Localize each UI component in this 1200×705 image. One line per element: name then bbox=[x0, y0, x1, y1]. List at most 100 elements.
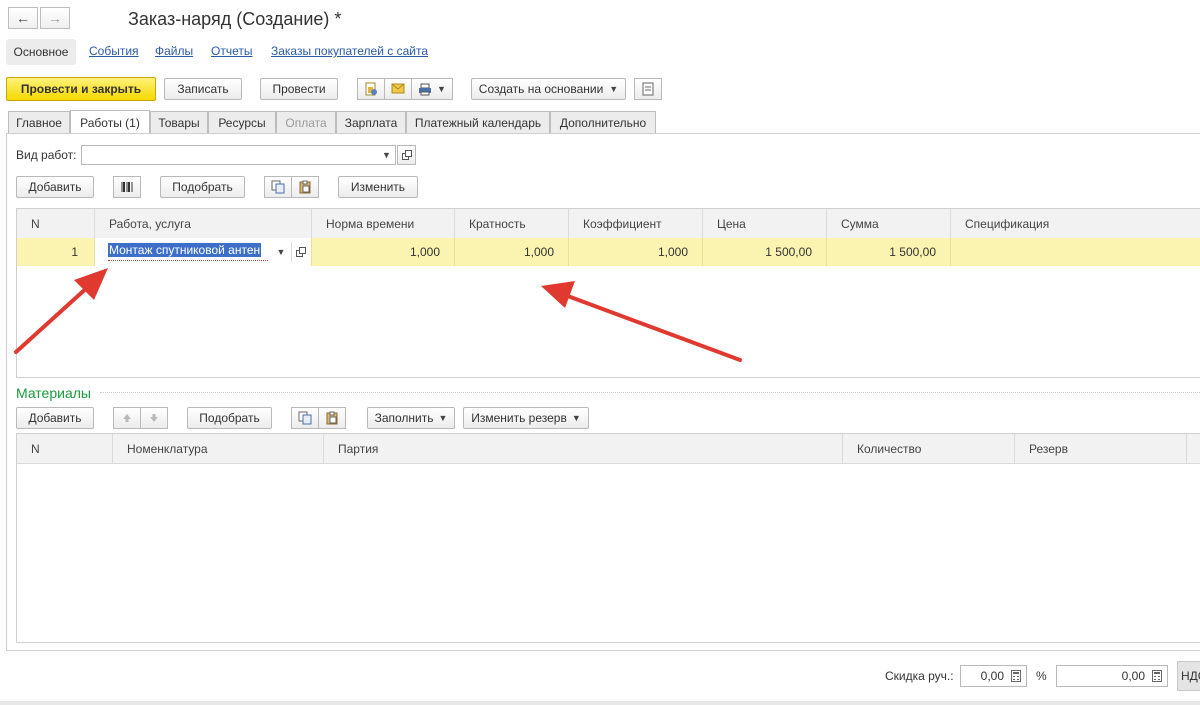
fill-button[interactable]: Заполнить ▼ bbox=[367, 407, 455, 429]
move-up-button[interactable] bbox=[113, 407, 141, 429]
arrow-up-icon bbox=[123, 414, 131, 422]
forward-arrow-icon: → bbox=[48, 10, 62, 26]
report-button[interactable] bbox=[357, 78, 385, 100]
fill-label: Заполнить bbox=[374, 411, 434, 425]
works-table[interactable]: N Работа, услуга Норма времени Кратность… bbox=[16, 208, 1200, 378]
section-reports-link[interactable]: Отчеты bbox=[211, 44, 252, 58]
arrow-down-icon bbox=[150, 414, 158, 422]
barcode-icon bbox=[121, 182, 133, 192]
chevron-down-icon: ▼ bbox=[571, 413, 581, 423]
work-type-label: Вид работ: bbox=[16, 148, 77, 162]
materials-pick-button[interactable]: Подобрать bbox=[187, 407, 272, 429]
document-chart-icon bbox=[365, 82, 377, 96]
open-work-type-button[interactable] bbox=[397, 145, 416, 165]
materials-copy-button[interactable] bbox=[291, 407, 319, 429]
tab-works[interactable]: Работы (1) bbox=[70, 110, 150, 134]
materials-table[interactable]: N Номенклатура Партия Количество Резерв bbox=[16, 433, 1200, 643]
open-window-icon bbox=[401, 150, 412, 160]
work-cell-editor[interactable]: Монтаж спутниковой антен ▼ bbox=[95, 238, 312, 266]
copy-button[interactable] bbox=[264, 176, 292, 198]
chevron-down-icon[interactable]: ▼ bbox=[273, 242, 289, 262]
section-main[interactable]: Основное bbox=[6, 39, 76, 65]
tab-salary[interactable]: Зарплата bbox=[336, 111, 406, 133]
tab-payment: Оплата bbox=[276, 111, 336, 133]
paste-icon bbox=[299, 180, 311, 194]
percent-label: % bbox=[1036, 669, 1047, 683]
tab-goods[interactable]: Товары bbox=[150, 111, 208, 133]
section-files-link[interactable]: Файлы bbox=[155, 44, 193, 58]
col-sum[interactable]: Сумма bbox=[827, 209, 951, 238]
row-norm: 1,000 bbox=[312, 238, 455, 266]
back-button[interactable]: ← bbox=[8, 7, 38, 29]
col-multiplicity[interactable]: Кратность bbox=[455, 209, 569, 238]
mat-col-reserve[interactable]: Резерв bbox=[1015, 434, 1187, 463]
vat-button[interactable]: НДС bbox=[1177, 661, 1200, 691]
row-multiplicity: 1,000 bbox=[455, 238, 569, 266]
copy-icon bbox=[271, 180, 285, 194]
mat-col-quantity[interactable]: Количество bbox=[843, 434, 1015, 463]
envelope-icon bbox=[391, 83, 405, 94]
works-table-header: N Работа, услуга Норма времени Кратность… bbox=[17, 209, 1200, 239]
materials-table-header: N Номенклатура Партия Количество Резерв bbox=[17, 434, 1200, 464]
copy-icon bbox=[298, 411, 312, 425]
materials-add-button[interactable]: Добавить bbox=[16, 407, 94, 429]
work-type-input[interactable] bbox=[81, 145, 396, 165]
create-based-on-button[interactable]: Создать на основании ▼ bbox=[471, 78, 626, 100]
table-row[interactable]: 1 Монтаж спутниковой антен ▼ 1,000 1,000… bbox=[17, 238, 1200, 266]
tab-main[interactable]: Главное bbox=[8, 111, 70, 133]
document-structure-button[interactable] bbox=[634, 78, 662, 100]
chevron-down-icon: ▼ bbox=[437, 84, 446, 94]
section-orders-link[interactable]: Заказы покупателей с сайта bbox=[271, 44, 428, 58]
barcode-button[interactable] bbox=[113, 176, 141, 198]
row-price: 1 500,00 bbox=[703, 238, 827, 266]
tab-additional[interactable]: Дополнительно bbox=[550, 111, 656, 133]
col-n[interactable]: N bbox=[17, 209, 95, 238]
discount-label: Скидка руч.: bbox=[885, 669, 954, 683]
printer-icon bbox=[419, 83, 432, 95]
window-title: Заказ-наряд (Создание) * bbox=[128, 9, 342, 29]
calculator-icon[interactable] bbox=[1007, 667, 1025, 685]
post-and-close-button[interactable]: Провести и закрыть bbox=[6, 77, 156, 101]
mat-col-nomenclature[interactable]: Номенклатура bbox=[113, 434, 324, 463]
materials-title: Материалы bbox=[16, 385, 91, 401]
paste-button[interactable] bbox=[291, 176, 319, 198]
save-button[interactable]: Записать bbox=[164, 78, 242, 100]
tab-payment-calendar[interactable]: Платежный календарь bbox=[406, 111, 550, 133]
bottom-edge bbox=[0, 701, 1200, 705]
materials-paste-button[interactable] bbox=[318, 407, 346, 429]
col-price[interactable]: Цена bbox=[703, 209, 827, 238]
chevron-down-icon[interactable]: ▼ bbox=[377, 145, 396, 165]
works-add-button[interactable]: Добавить bbox=[16, 176, 94, 198]
row-spec bbox=[951, 238, 1200, 266]
work-cell-text[interactable]: Монтаж спутниковой антен bbox=[108, 243, 262, 257]
works-change-button[interactable]: Изменить bbox=[338, 176, 418, 198]
chevron-down-icon: ▼ bbox=[609, 84, 619, 94]
create-based-on-label: Создать на основании bbox=[478, 82, 604, 96]
row-sum: 1 500,00 bbox=[827, 238, 951, 266]
section-events-link[interactable]: События bbox=[89, 44, 139, 58]
materials-divider bbox=[100, 392, 1200, 393]
print-button[interactable]: ▼ bbox=[411, 78, 453, 100]
col-norm[interactable]: Норма времени bbox=[312, 209, 455, 238]
change-reserve-button[interactable]: Изменить резерв ▼ bbox=[463, 407, 589, 429]
works-pick-button[interactable]: Подобрать bbox=[160, 176, 245, 198]
forward-button[interactable]: → bbox=[40, 7, 70, 29]
chevron-down-icon: ▼ bbox=[438, 413, 448, 423]
move-down-button[interactable] bbox=[140, 407, 168, 429]
mat-col-n[interactable]: N bbox=[17, 434, 113, 463]
change-reserve-label: Изменить резерв bbox=[471, 411, 567, 425]
row-n: 1 bbox=[17, 238, 95, 266]
col-spec[interactable]: Спецификация bbox=[951, 209, 1200, 238]
email-button[interactable] bbox=[384, 78, 412, 100]
col-work[interactable]: Работа, услуга bbox=[95, 209, 312, 238]
calculator-icon[interactable] bbox=[1148, 667, 1166, 685]
row-coef: 1,000 bbox=[569, 238, 703, 266]
open-work-button[interactable] bbox=[291, 242, 310, 262]
amount-value: 0,00 bbox=[1121, 669, 1145, 683]
mat-col-batch[interactable]: Партия bbox=[324, 434, 843, 463]
tab-resources[interactable]: Ресурсы bbox=[208, 111, 276, 133]
post-button[interactable]: Провести bbox=[260, 78, 338, 100]
paste-icon bbox=[326, 411, 338, 425]
col-coef[interactable]: Коэффициент bbox=[569, 209, 703, 238]
open-window-icon bbox=[296, 247, 306, 257]
